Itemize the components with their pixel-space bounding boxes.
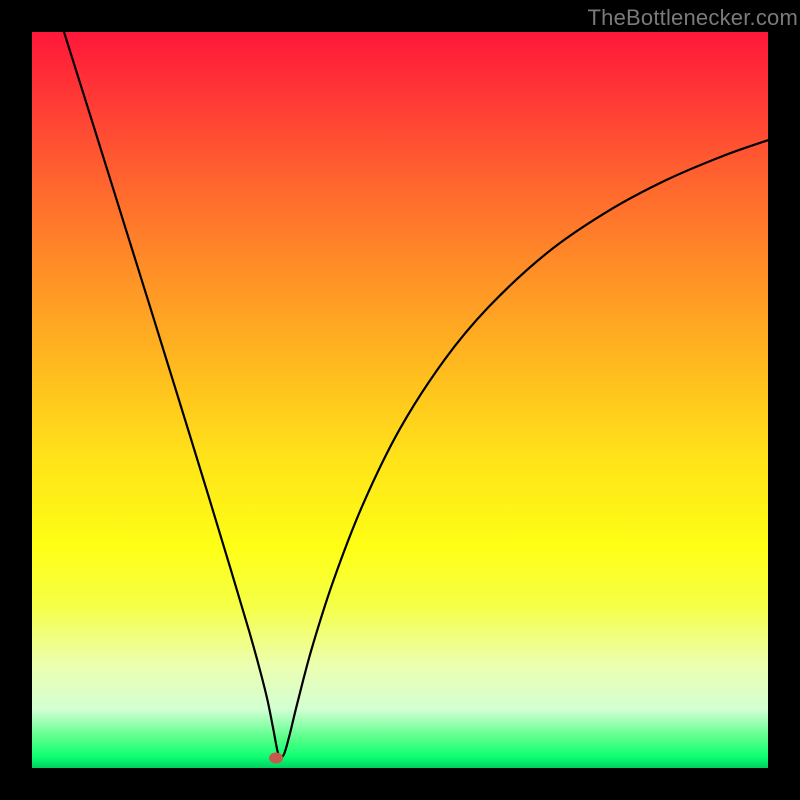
chart-container: TheBottlenecker.com — [0, 0, 800, 800]
watermark-text: TheBottlenecker.com — [588, 5, 798, 31]
optimal-point-marker — [269, 752, 283, 763]
plot-area — [32, 32, 768, 768]
bottleneck-curve — [32, 32, 768, 768]
